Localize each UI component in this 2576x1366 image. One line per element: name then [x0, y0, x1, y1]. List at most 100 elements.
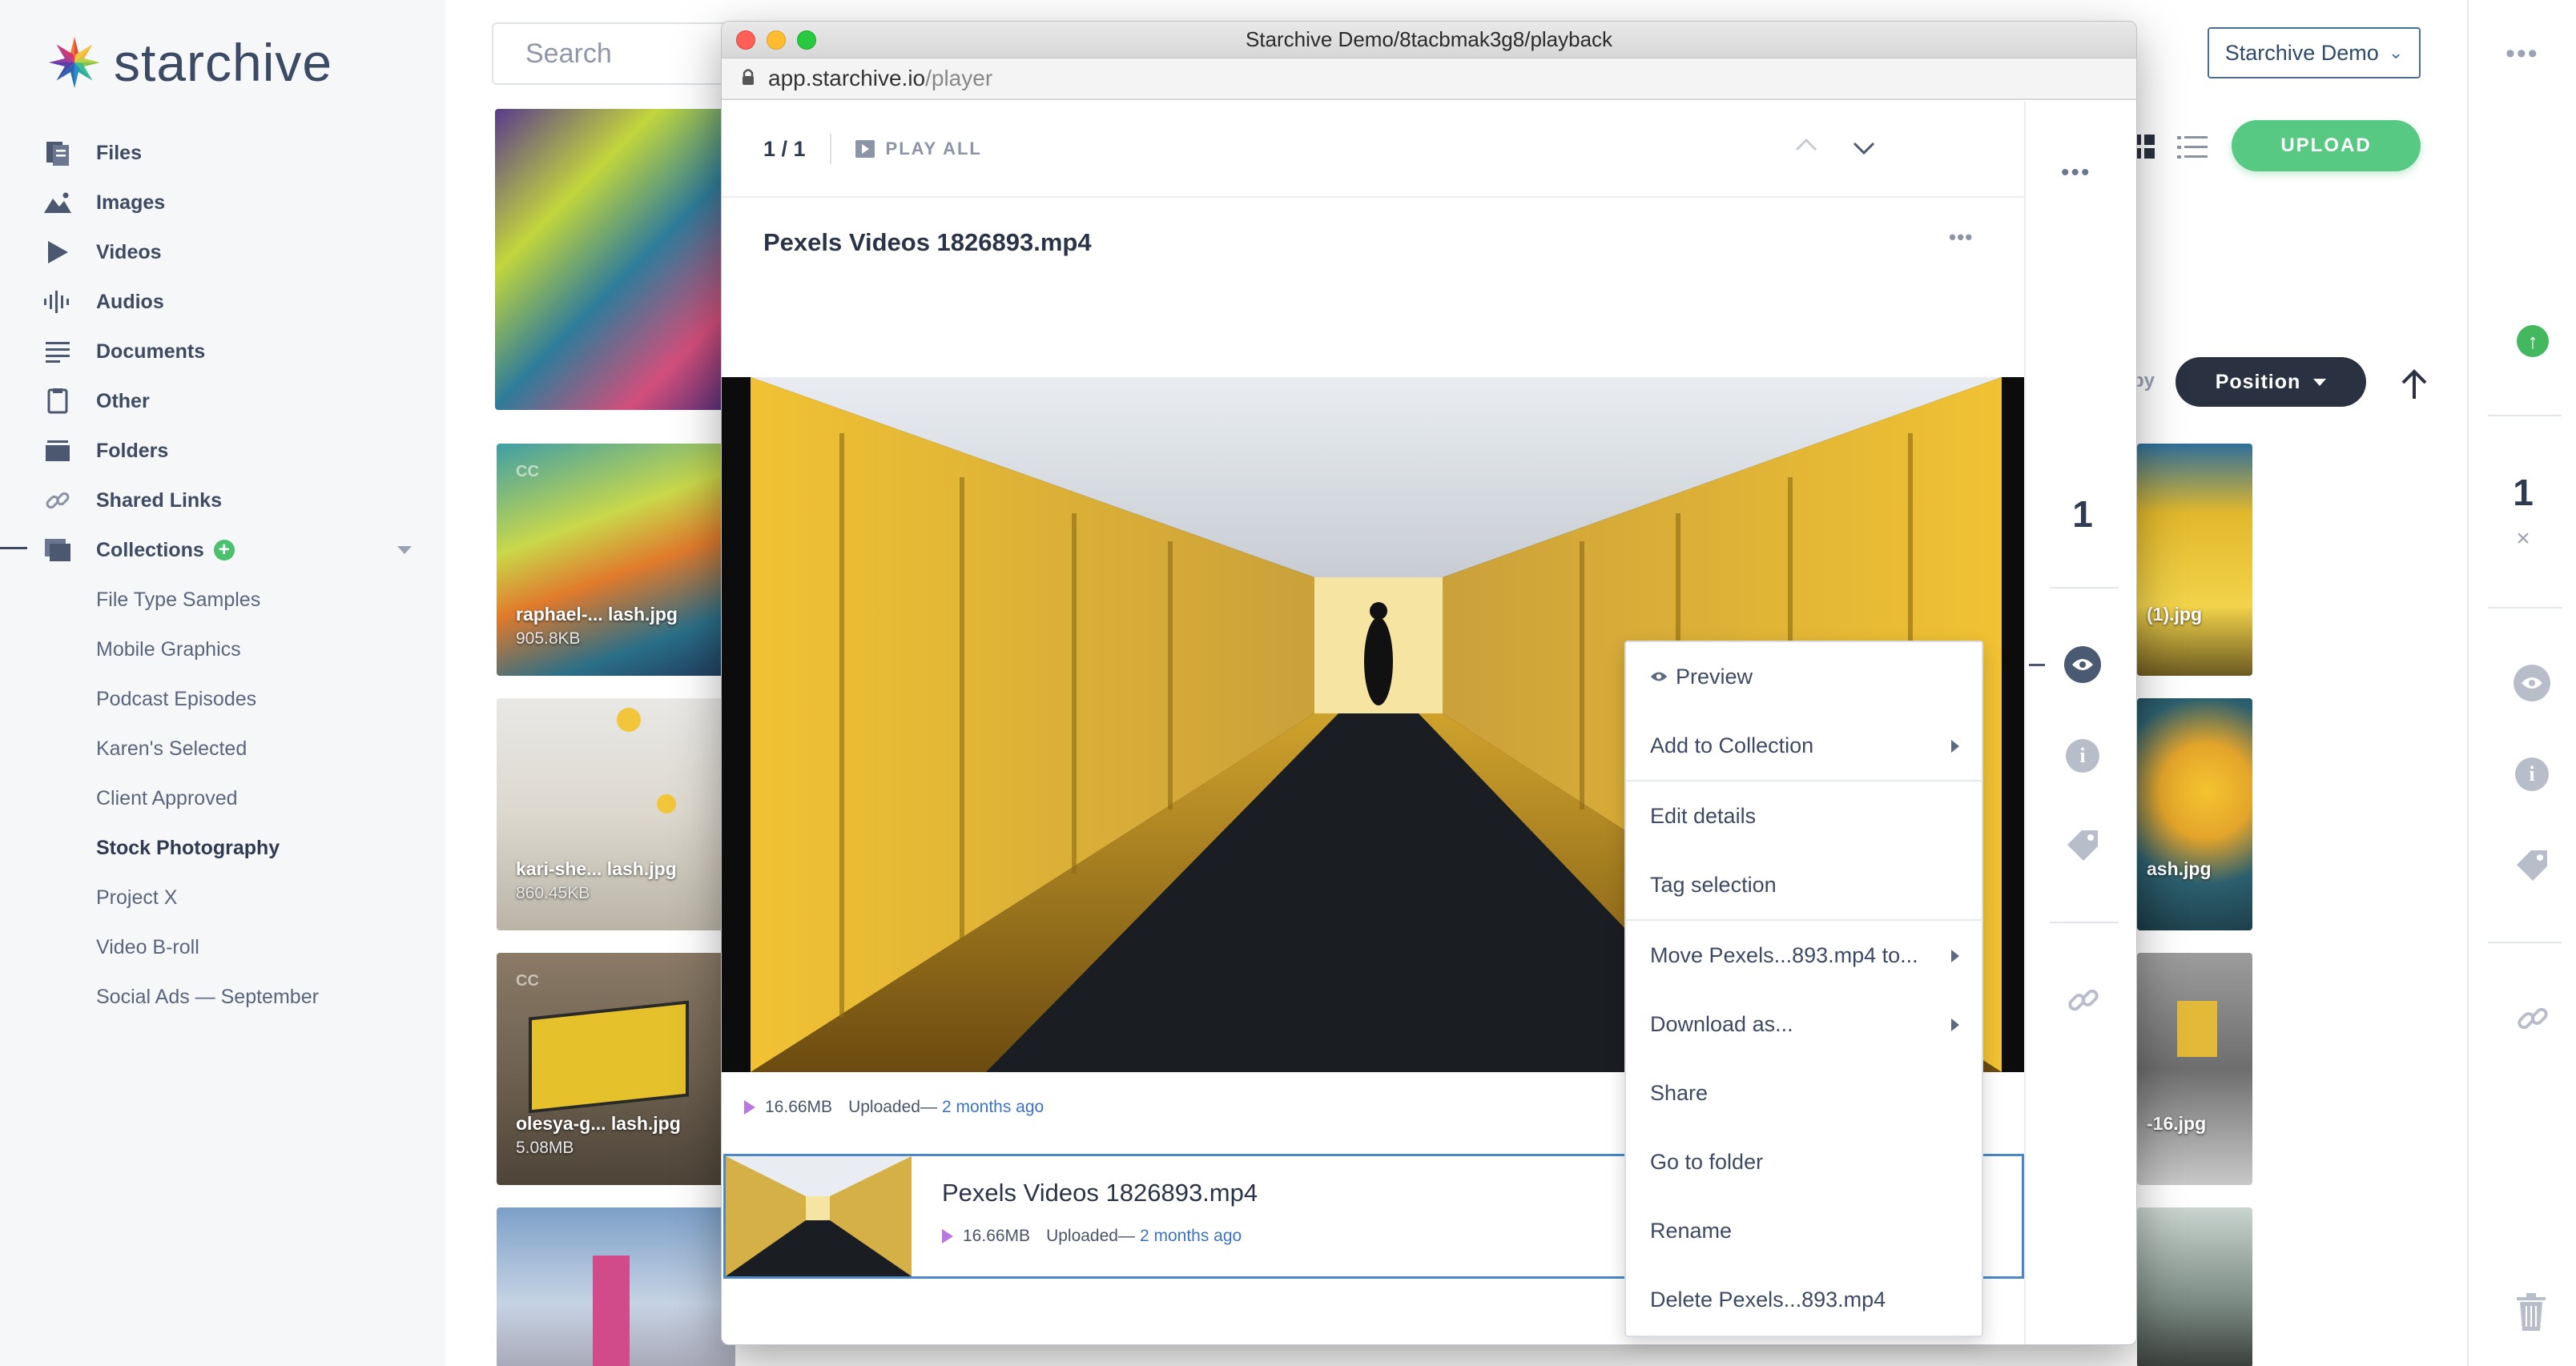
file-size: 16.66MB: [765, 1098, 833, 1116]
menu-item-edit-details[interactable]: Edit details: [1626, 781, 1982, 850]
menu-item-delete[interactable]: Delete Pexels...893.mp4: [1626, 1265, 1982, 1334]
info-icon[interactable]: i: [2066, 739, 2099, 773]
collection-item[interactable]: Podcast Episodes: [96, 674, 417, 724]
menu-item-move[interactable]: Move Pexels...893.mp4 to...: [1626, 921, 1982, 990]
tag-icon[interactable]: [2064, 827, 2101, 868]
sidebar-item-label: Other: [96, 389, 150, 412]
tile-name: ash.jpg: [2147, 858, 2212, 879]
minimize-window-button[interactable]: [767, 30, 786, 50]
menu-item-preview[interactable]: Preview: [1626, 642, 1982, 711]
brand-name: starchive: [114, 33, 333, 92]
play-icon: [942, 1229, 953, 1243]
asset-tile[interactable]: CC olesya-g... lash.jpg 5.08MB: [497, 953, 735, 1185]
collection-item[interactable]: Client Approved: [96, 773, 417, 823]
window-titlebar[interactable]: Starchive Demo/8tacbmak3g8/playback: [722, 22, 2136, 58]
sidebar-item-collections[interactable]: Collections +: [40, 525, 417, 575]
tag-icon[interactable]: [2514, 847, 2550, 888]
address-bar[interactable]: app.starchive.io/player: [722, 58, 2136, 100]
submenu-arrow-icon: [1951, 1018, 1959, 1031]
selection-count: 1: [2072, 493, 2093, 535]
sort-direction-icon[interactable]: [2400, 367, 2429, 404]
collection-item[interactable]: Mobile Graphics: [96, 625, 417, 674]
workspace-name: Starchive Demo: [2224, 40, 2379, 65]
collection-item[interactable]: Karen's Selected: [96, 724, 417, 773]
sidebar-item-folders[interactable]: Folders: [40, 426, 417, 476]
menu-item-go-to-folder[interactable]: Go to folder: [1626, 1127, 1982, 1196]
sort-dropdown[interactable]: Position: [2176, 357, 2366, 407]
link-icon[interactable]: [2515, 1001, 2550, 1040]
menu-item-download-as[interactable]: Download as...: [1626, 990, 1982, 1059]
more-icon[interactable]: •••: [2061, 159, 2091, 187]
close-window-button[interactable]: [736, 30, 755, 50]
chevron-down-icon[interactable]: [397, 546, 412, 554]
menu-item-tag-selection[interactable]: Tag selection: [1626, 850, 1982, 919]
sidebar-item-files[interactable]: Files: [40, 128, 417, 178]
context-menu: Preview Add to Collection Edit details T…: [1624, 641, 1983, 1337]
asset-tile[interactable]: (1).jpg: [2137, 444, 2252, 676]
collection-item[interactable]: Video B-roll: [96, 922, 417, 972]
play-all-button[interactable]: PLAY ALL: [855, 139, 982, 159]
sidebar-item-shared-links[interactable]: Shared Links: [40, 476, 417, 525]
submenu-arrow-icon: [1951, 950, 1959, 962]
more-icon[interactable]: •••: [2506, 38, 2539, 70]
menu-item-label: Share: [1650, 1080, 1709, 1105]
selection-count: 1: [2513, 472, 2534, 513]
sidebar-item-documents[interactable]: Documents: [40, 327, 417, 376]
eye-icon[interactable]: [2064, 646, 2101, 683]
window-controls: [736, 30, 816, 50]
link-icon[interactable]: [2066, 982, 2101, 1022]
trash-icon[interactable]: [2514, 1292, 2549, 1336]
asset-tile[interactable]: [497, 1207, 735, 1366]
divider: [2488, 607, 2562, 609]
more-icon[interactable]: •••: [1949, 225, 1973, 250]
other-icon: [40, 384, 75, 419]
close-icon[interactable]: ×: [2469, 525, 2576, 552]
sidebar-item-videos[interactable]: Videos: [40, 227, 417, 277]
asset-tile[interactable]: -16.jpg: [2137, 953, 2252, 1185]
sidebar-item-other[interactable]: Other: [40, 376, 417, 426]
images-icon: [40, 185, 75, 220]
menu-item-share[interactable]: Share: [1626, 1059, 1982, 1127]
asset-tile[interactable]: CC raphael-... lash.jpg 905.8KB: [497, 444, 735, 676]
app-logo[interactable]: starchive: [46, 32, 332, 93]
sidebar-item-label: Shared Links: [96, 488, 222, 512]
asset-tile[interactable]: [2137, 1207, 2252, 1366]
documents-icon: [40, 334, 75, 369]
search-placeholder: Search: [525, 38, 612, 69]
menu-item-add-to-collection[interactable]: Add to Collection: [1626, 711, 1982, 780]
sidebar-item-images[interactable]: Images: [40, 178, 417, 227]
info-icon[interactable]: i: [2515, 757, 2549, 791]
uploaded-time[interactable]: 2 months ago: [942, 1098, 1044, 1117]
sidebar-item-label: Files: [96, 141, 142, 164]
sidebar-item-audios[interactable]: Audios: [40, 277, 417, 327]
add-collection-icon[interactable]: +: [213, 540, 235, 560]
upload-button[interactable]: UPLOAD: [2232, 120, 2421, 171]
upload-status-icon[interactable]: ↑: [2517, 325, 2549, 357]
sidebar-item-label: Images: [96, 191, 166, 214]
chevron-up-icon[interactable]: [1795, 137, 1817, 155]
workspace-selector[interactable]: Starchive Demo ⌄: [2208, 27, 2421, 78]
collections-list: File Type Samples Mobile Graphics Podcas…: [40, 575, 417, 1022]
menu-item-label: Add to Collection: [1650, 733, 1814, 757]
zoom-window-button[interactable]: [797, 30, 816, 50]
chevron-down-icon[interactable]: [1853, 142, 1875, 160]
hero-image[interactable]: [495, 109, 735, 410]
collection-item[interactable]: File Type Samples: [96, 575, 417, 625]
asset-title-row: Pexels Videos 1826893.mp4 •••: [722, 198, 2024, 287]
play-all-label: PLAY ALL: [885, 139, 982, 159]
chevron-down-icon: ⌄: [2388, 42, 2404, 62]
list-view-icon[interactable]: [2177, 135, 2208, 160]
tile-name: (1).jpg: [2147, 604, 2202, 625]
menu-item-rename[interactable]: Rename: [1626, 1196, 1982, 1265]
cc-badge: CC: [516, 972, 539, 990]
uploaded-time[interactable]: 2 months ago: [1140, 1227, 1242, 1246]
collection-item-active[interactable]: Stock Photography: [96, 823, 417, 873]
url-host: app.starchive.io: [768, 66, 926, 90]
collection-item[interactable]: Social Ads — September: [96, 972, 417, 1022]
collection-item[interactable]: Project X: [96, 873, 417, 922]
asset-tile[interactable]: ash.jpg: [2137, 698, 2252, 930]
eye-icon[interactable]: [2514, 665, 2550, 701]
menu-item-label: Preview: [1676, 664, 1753, 689]
asset-tile[interactable]: kari-she... lash.jpg 860.45KB: [497, 698, 735, 930]
right-toolbar: ••• ↑ 1 × i: [2467, 0, 2576, 1366]
